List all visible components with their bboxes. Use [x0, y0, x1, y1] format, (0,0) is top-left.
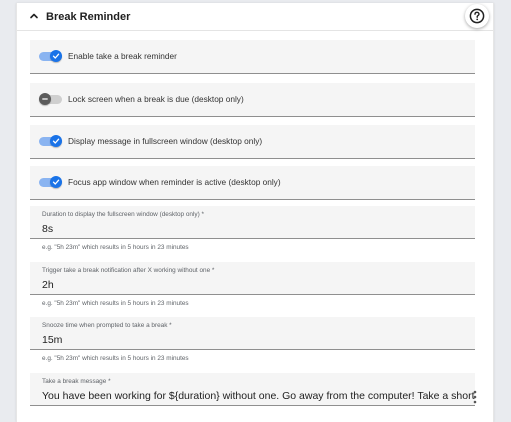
toggle-row-fullscreen-message[interactable]: Display message in fullscreen window (de…: [30, 125, 475, 159]
field-value[interactable]: 8s: [42, 223, 53, 235]
lock-screen-toggle[interactable]: [39, 93, 62, 105]
toggle-row-enable-break-reminder[interactable]: Enable take a break reminder: [30, 40, 475, 74]
field-hint: e.g. "5h 23m" which results in 5 hours i…: [42, 355, 189, 362]
field-value[interactable]: 2h: [42, 279, 54, 291]
toggle-knob: [50, 135, 62, 147]
field-hint: e.g. "5h 23m" which results in 5 hours i…: [42, 244, 189, 251]
field-label: Duration to display the fullscreen windo…: [42, 211, 204, 218]
toggle-label: Lock screen when a break is due (desktop…: [68, 94, 244, 104]
chevron-up-icon[interactable]: [29, 11, 39, 21]
check-icon: [52, 53, 60, 59]
toggle-row-focus-app-window[interactable]: Focus app window when reminder is active…: [30, 166, 475, 200]
field-value[interactable]: You have been working for ${duration} wi…: [42, 390, 475, 402]
break-trigger-field[interactable]: Trigger take a break notification after …: [30, 262, 475, 295]
snooze-time-field[interactable]: Snooze time when prompted to take a brea…: [30, 317, 475, 350]
question-circle-icon: [469, 8, 485, 24]
panel-header[interactable]: Break Reminder: [17, 3, 493, 31]
help-button[interactable]: [465, 4, 489, 28]
toggle-label: Enable take a break reminder: [68, 51, 177, 61]
fullscreen-duration-field[interactable]: Duration to display the fullscreen windo…: [30, 206, 475, 239]
toggle-knob: [50, 50, 62, 62]
toggle-knob: [50, 176, 62, 188]
minus-icon: [42, 98, 48, 100]
check-icon: [52, 138, 60, 144]
field-hint: e.g. "5h 23m" which results in 5 hours i…: [42, 300, 189, 307]
toggle-knob: [39, 93, 51, 105]
fullscreen-message-toggle[interactable]: [39, 135, 62, 147]
break-reminder-panel: Break Reminder Enable take a break remin…: [16, 3, 494, 422]
field-label: Trigger take a break notification after …: [42, 267, 215, 274]
more-vert-icon[interactable]: [473, 390, 477, 404]
field-label: Snooze time when prompted to take a brea…: [42, 322, 172, 329]
panel-title: Break Reminder: [46, 11, 131, 23]
focus-app-window-toggle[interactable]: [39, 176, 62, 188]
toggle-row-lock-screen[interactable]: Lock screen when a break is due (desktop…: [30, 83, 475, 117]
field-label: Take a break message *: [42, 378, 111, 385]
toggle-label: Display message in fullscreen window (de…: [68, 136, 263, 146]
enable-break-reminder-toggle[interactable]: [39, 50, 62, 62]
break-message-field[interactable]: Take a break message * You have been wor…: [30, 373, 477, 406]
toggle-label: Focus app window when reminder is active…: [68, 177, 281, 187]
field-value[interactable]: 15m: [42, 334, 62, 346]
check-icon: [52, 179, 60, 185]
